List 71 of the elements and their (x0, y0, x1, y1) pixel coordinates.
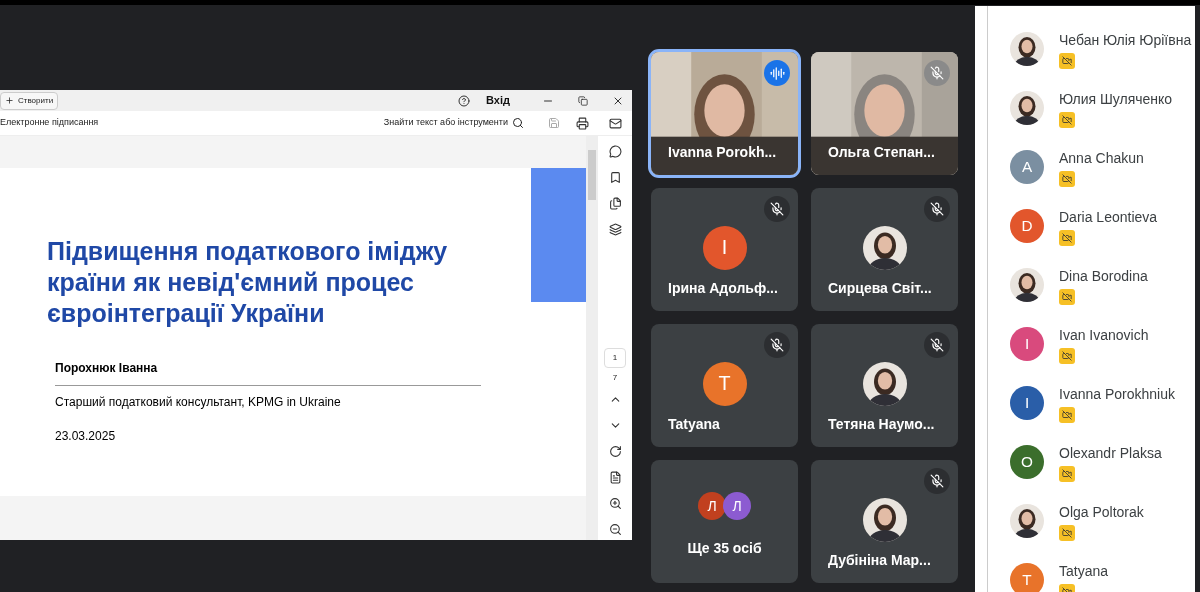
participant-name: Ivanna Porokh... (668, 143, 777, 162)
participant-name: Tatyana (668, 415, 720, 434)
participant-name: Daria Leontieva (1059, 207, 1158, 227)
participant-name: Dina Borodina (1059, 266, 1148, 286)
camera-off-icon (1059, 347, 1075, 364)
camera-off-icon (1059, 465, 1075, 482)
camera-off-icon (1059, 111, 1075, 128)
page-number-field[interactable]: 1 (604, 348, 626, 368)
participant-name: Tatyana (1059, 561, 1109, 581)
search-button[interactable]: Знайти текст або інструменти (383, 116, 524, 130)
video-tile[interactable]: Тетяна Наумо... (811, 324, 958, 447)
participant-name: Сирцева Світ... (828, 279, 932, 298)
video-tile[interactable]: Ольга Степан... (811, 52, 958, 175)
video-tile[interactable]: I Ірина Адольф... (651, 188, 798, 311)
participant-name: Ольга Степан... (828, 143, 935, 162)
participant-name: Anna Chakun (1059, 148, 1144, 168)
avatar (862, 226, 907, 270)
camera-off-icon (1059, 406, 1075, 423)
video-tile[interactable]: Ivanna Porokh... (651, 52, 798, 175)
participant-name: Olga Poltorak (1059, 502, 1144, 522)
search-icon (512, 117, 524, 130)
video-tile[interactable]: Сирцева Світ... (811, 188, 958, 311)
restore-icon[interactable] (578, 95, 588, 106)
participant-name: Ірина Адольф... (668, 279, 778, 298)
video-tile[interactable]: Дубініна Мар... (811, 460, 958, 583)
page-count: 7 (612, 372, 618, 384)
video-tile[interactable]: T Tatyana (651, 324, 798, 447)
video-tile[interactable]: Л Л Ще 35 осіб (651, 460, 798, 583)
participant-name: Ще 35 осіб (686, 539, 763, 558)
avatar: O (1010, 445, 1044, 479)
avatar (862, 362, 907, 406)
create-button[interactable]: Створити (0, 91, 59, 110)
camera-off-icon (1059, 288, 1075, 305)
participant-name: Olexandr Plaksa (1059, 443, 1162, 463)
avatar: T (702, 362, 747, 406)
participant-name: Юлия Шуляченко (1059, 89, 1173, 109)
avatar: Л (698, 492, 726, 520)
participant-name: Дубініна Мар... (828, 551, 931, 570)
avatar (1010, 504, 1044, 538)
mail-icon[interactable] (609, 116, 622, 130)
camera-off-icon (1059, 52, 1075, 69)
participant-name: Ivan Ivanovich (1059, 325, 1149, 345)
participant-name: Чебан Юлія Юріївна (1059, 30, 1192, 50)
plus-icon (5, 96, 14, 106)
camera-off-icon (1059, 170, 1075, 187)
participant-name: Тетяна Наумо... (828, 415, 935, 434)
scrollbar-thumb[interactable] (588, 150, 596, 200)
avatar (862, 498, 907, 542)
avatar (1010, 268, 1044, 302)
slide-position: Старший податковий консультант, KPMG in Ukraine (55, 394, 342, 411)
slide-title: євроінтеграції України (47, 298, 326, 329)
camera-off-icon (1059, 229, 1075, 246)
avatar: Л (723, 492, 751, 520)
participant-name: Ivanna Porokhniuk (1059, 384, 1175, 404)
slide-date: 23.03.2025 (55, 428, 117, 445)
viewer-tab[interactable]: Електронне підписання (0, 116, 99, 130)
avatar: D (1010, 209, 1044, 243)
slide-author: Порохнюк Іванна (55, 360, 159, 377)
help-icon[interactable] (458, 94, 471, 107)
avatar: I (702, 226, 747, 270)
print-icon[interactable] (576, 116, 589, 130)
avatar (1010, 32, 1044, 66)
avatar: A (1010, 150, 1044, 184)
avatar (1010, 91, 1044, 125)
camera-off-icon (1059, 524, 1075, 541)
slide-title: країни як невід'ємний процес (47, 267, 415, 298)
sign-in-button[interactable]: Вхід (486, 92, 510, 109)
slide-title: Підвищення податкового іміджу (47, 236, 449, 267)
avatar: I (1010, 327, 1044, 361)
avatar: I (1010, 386, 1044, 420)
avatar: T (1010, 563, 1044, 592)
